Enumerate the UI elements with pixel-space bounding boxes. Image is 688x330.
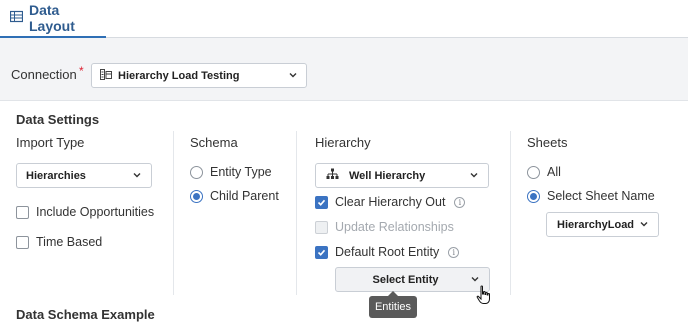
checkbox-label: Default Root Entity [335, 245, 440, 259]
select-entity-label: Select Entity [372, 273, 439, 286]
checkbox-box[interactable] [315, 195, 328, 209]
info-icon[interactable]: i [448, 246, 460, 258]
checkbox-box[interactable] [16, 205, 29, 219]
tab-label: Data Layout [29, 2, 75, 34]
data-schema-example-title: Data Schema Example [16, 307, 155, 322]
hierarchy-value: Well Hierarchy [349, 169, 426, 182]
column-divider [173, 131, 174, 295]
connection-label: Connection [11, 67, 77, 82]
chevron-down-icon [132, 170, 142, 183]
radio-label: Entity Type [210, 165, 272, 179]
tooltip-text: Entities [374, 301, 412, 313]
data-settings-panel: Data Settings Import Type Hierarchies In… [0, 100, 688, 330]
checkbox-box[interactable] [315, 245, 328, 259]
select-sheet-name-radio[interactable]: Select Sheet Name [527, 189, 655, 203]
connection-row: Connection * Hierarchy Load Testing [0, 38, 688, 100]
column-divider [510, 131, 511, 295]
include-opportunities-checkbox[interactable]: Include Opportunities [16, 205, 154, 219]
radio-button[interactable] [527, 189, 540, 203]
tab-bar: Data Layout [0, 0, 688, 38]
import-type-select[interactable]: Hierarchies [16, 163, 152, 188]
chevron-down-icon [469, 170, 479, 183]
radio-label: Child Parent [210, 189, 279, 203]
checkbox-box [315, 220, 328, 234]
clear-hierarchy-out-checkbox[interactable]: Clear Hierarchy Out i [315, 195, 466, 209]
connection-select[interactable]: Hierarchy Load Testing [91, 63, 307, 88]
checkbox-label: Clear Hierarchy Out [335, 195, 446, 209]
chevron-down-icon [639, 219, 649, 232]
data-settings-title: Data Settings [16, 112, 100, 127]
info-icon[interactable]: i [454, 196, 466, 208]
checkbox-label: Time Based [36, 235, 103, 249]
update-relationships-checkbox: Update Relationships [315, 220, 454, 234]
hierarchy-title: Hierarchy [315, 135, 371, 150]
chevron-down-icon [288, 70, 298, 83]
connection-value: Hierarchy Load Testing [118, 69, 240, 82]
import-type-value: Hierarchies [26, 169, 86, 182]
table-icon [9, 10, 24, 26]
database-icon [100, 68, 112, 83]
child-parent-radio[interactable]: Child Parent [190, 189, 279, 203]
tab-data-layout[interactable]: Data Layout [0, 0, 106, 38]
hierarchy-icon [326, 168, 339, 183]
checkbox-label: Update Relationships [335, 220, 454, 234]
import-type-title: Import Type [16, 135, 85, 150]
select-entity-button[interactable]: Select Entity [335, 267, 490, 292]
radio-button[interactable] [190, 189, 203, 203]
default-root-entity-checkbox[interactable]: Default Root Entity i [315, 245, 460, 259]
sheets-title: Sheets [527, 135, 568, 150]
time-based-checkbox[interactable]: Time Based [16, 235, 102, 249]
schema-title: Schema [190, 135, 238, 150]
hand-cursor-icon [476, 285, 492, 310]
radio-label: Select Sheet Name [547, 189, 655, 203]
checkbox-label: Include Opportunities [36, 205, 155, 219]
sheet-name-value: HierarchyLoad [557, 218, 635, 231]
column-divider [296, 131, 297, 295]
required-mark: * [79, 64, 84, 78]
radio-label: All [547, 165, 561, 179]
hierarchy-select[interactable]: Well Hierarchy [315, 163, 489, 188]
checkbox-box[interactable] [16, 235, 29, 249]
sheet-name-select[interactable]: HierarchyLoad [546, 212, 659, 237]
all-sheets-radio[interactable]: All [527, 165, 561, 179]
entities-tooltip: Entities [369, 291, 417, 318]
radio-button[interactable] [527, 165, 540, 179]
radio-button[interactable] [190, 165, 203, 179]
entity-type-radio[interactable]: Entity Type [190, 165, 272, 179]
